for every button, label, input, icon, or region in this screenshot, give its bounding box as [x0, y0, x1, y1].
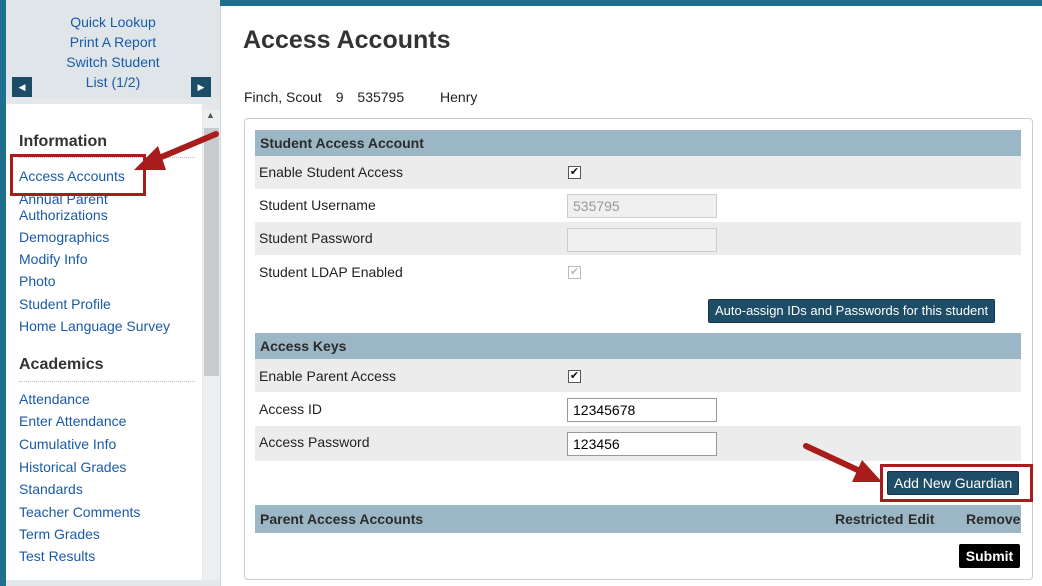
sidebar-item-historical-grades[interactable]: Historical Grades — [19, 459, 126, 475]
student-username-label: Student Username — [259, 197, 376, 213]
pointer-arrow-icon — [134, 131, 219, 170]
access-keys-header: Access Keys — [255, 333, 1021, 359]
sidebar-item-teacher-comments[interactable]: Teacher Comments — [19, 504, 140, 520]
column-remove: Remove — [966, 511, 1021, 527]
page-title: Access Accounts — [243, 26, 451, 54]
sidebar-item-attendance[interactable]: Attendance — [19, 391, 90, 407]
print-report-link[interactable]: Print A Report — [6, 32, 220, 52]
sidebar-item-standards[interactable]: Standards — [19, 481, 83, 497]
student-access-header-label: Student Access Account — [260, 135, 424, 151]
section-divider — [19, 381, 195, 382]
access-password-label: Access Password — [259, 434, 370, 450]
student-ldap-label: Student LDAP Enabled — [259, 264, 403, 280]
sidebar-item-student-profile[interactable]: Student Profile — [19, 296, 111, 312]
sidebar-item-term-grades[interactable]: Term Grades — [19, 526, 100, 542]
student-ldap-checkbox[interactable]: ✔ — [568, 266, 581, 279]
previous-student-button[interactable]: ◀ — [12, 77, 32, 97]
next-student-button[interactable]: ▶ — [191, 77, 211, 97]
student-password-label: Student Password — [259, 230, 373, 246]
sidebar-item-enter-attendance[interactable]: Enter Attendance — [19, 413, 126, 429]
add-guardian-highlight — [880, 464, 1033, 502]
student-name: Finch, Scout — [244, 89, 322, 105]
access-id-field[interactable] — [567, 398, 717, 422]
scroll-up-icon[interactable]: ▲ — [206, 110, 215, 120]
parent-access-header-label: Parent Access Accounts — [260, 511, 424, 527]
sidebar-item-home-language-survey[interactable]: Home Language Survey — [19, 318, 170, 334]
column-restricted: Restricted — [835, 511, 904, 527]
auto-assign-button[interactable]: Auto-assign IDs and Passwords for this s… — [708, 299, 996, 323]
sidebar-item-demographics[interactable]: Demographics — [19, 229, 109, 245]
student-access-header: Student Access Account — [255, 130, 1021, 156]
access-accounts-highlight — [10, 154, 146, 196]
enable-student-access-checkbox[interactable]: ✔ — [568, 166, 581, 179]
sidebar-item-photo[interactable]: Photo — [19, 273, 56, 289]
submit-button[interactable]: Submit — [959, 544, 1020, 568]
section-title-academics: Academics — [19, 356, 104, 373]
enable-student-access-label: Enable Student Access — [259, 164, 403, 180]
access-keys-header-label: Access Keys — [260, 338, 347, 354]
pointer-arrow-icon — [803, 443, 882, 482]
sidebar-item-test-results[interactable]: Test Results — [19, 548, 95, 564]
student-id: 535795 — [357, 89, 405, 105]
student-grade: 9 — [335, 89, 344, 105]
student-username-field[interactable] — [567, 194, 717, 218]
section-title-information: Information — [19, 133, 107, 150]
caret-left-icon: ◀ — [18, 82, 26, 92]
parent-access-header: Parent Access Accounts Restricted Edit R… — [255, 505, 1021, 533]
student-school: Henry — [440, 89, 478, 105]
enable-parent-access-checkbox[interactable]: ✔ — [568, 370, 581, 383]
enable-parent-access-label: Enable Parent Access — [259, 368, 396, 384]
student-nav: Quick Lookup Print A Report Switch Stude… — [6, 0, 220, 98]
caret-right-icon: ▶ — [197, 82, 205, 92]
sidebar-item-cumulative-info[interactable]: Cumulative Info — [19, 436, 116, 452]
access-password-field[interactable] — [567, 432, 717, 456]
access-id-label: Access ID — [259, 401, 323, 417]
sidebar-item-modify-info[interactable]: Modify Info — [19, 251, 87, 267]
quick-lookup-link[interactable]: Quick Lookup — [6, 12, 220, 32]
student-list-link[interactable]: List (1/2) — [6, 72, 220, 92]
switch-student-link[interactable]: Switch Student — [6, 52, 220, 72]
student-password-field[interactable] — [567, 228, 717, 252]
column-edit: Edit — [908, 511, 935, 527]
student-info: Finch, Scout 9 535795 Henry — [244, 89, 487, 105]
